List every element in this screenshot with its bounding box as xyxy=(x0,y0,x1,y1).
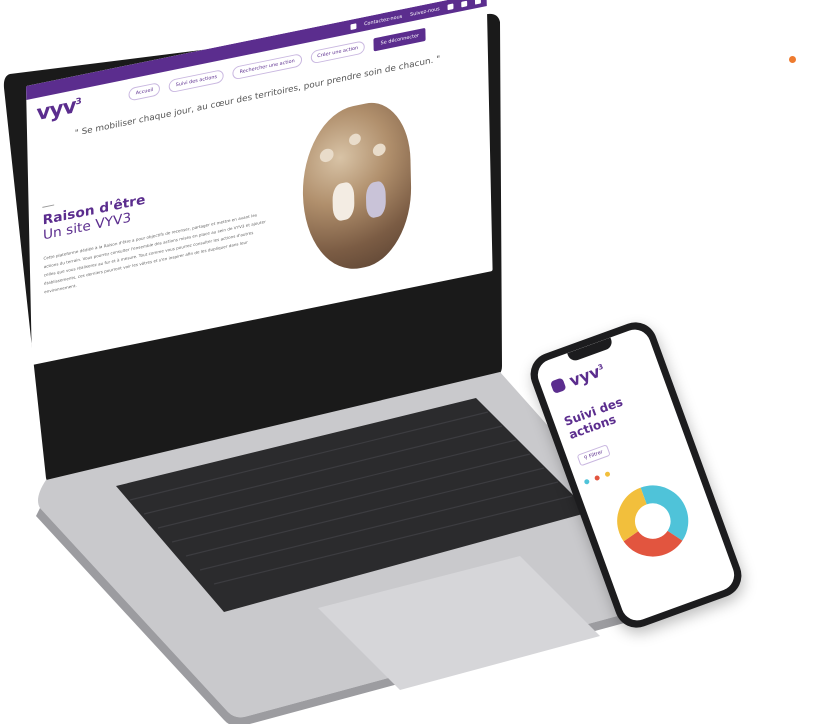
youtube-icon[interactable] xyxy=(474,0,481,5)
twitter-icon[interactable] xyxy=(461,0,468,7)
legend-swatch-red xyxy=(593,474,601,482)
nav-rechercher-action[interactable]: Rechercher une action xyxy=(232,53,302,81)
nav-accueil[interactable]: Accueil xyxy=(128,82,161,102)
menu-icon[interactable] xyxy=(549,377,567,395)
legend-swatch-yellow xyxy=(604,470,611,478)
linkedin-icon[interactable] xyxy=(447,2,454,10)
donut-chart xyxy=(617,485,689,557)
nav-suivi-actions[interactable]: Suivi des actions xyxy=(168,68,225,94)
section-rule xyxy=(42,204,55,208)
seniors-photo xyxy=(301,94,413,280)
vyv3-logo[interactable]: vyv3 xyxy=(36,93,81,125)
mail-icon xyxy=(350,22,357,30)
nav-creer-action[interactable]: Créer une action xyxy=(310,40,366,65)
legend-swatch-cyan xyxy=(583,478,591,485)
logout-button[interactable]: Se déconnecter xyxy=(373,27,427,52)
